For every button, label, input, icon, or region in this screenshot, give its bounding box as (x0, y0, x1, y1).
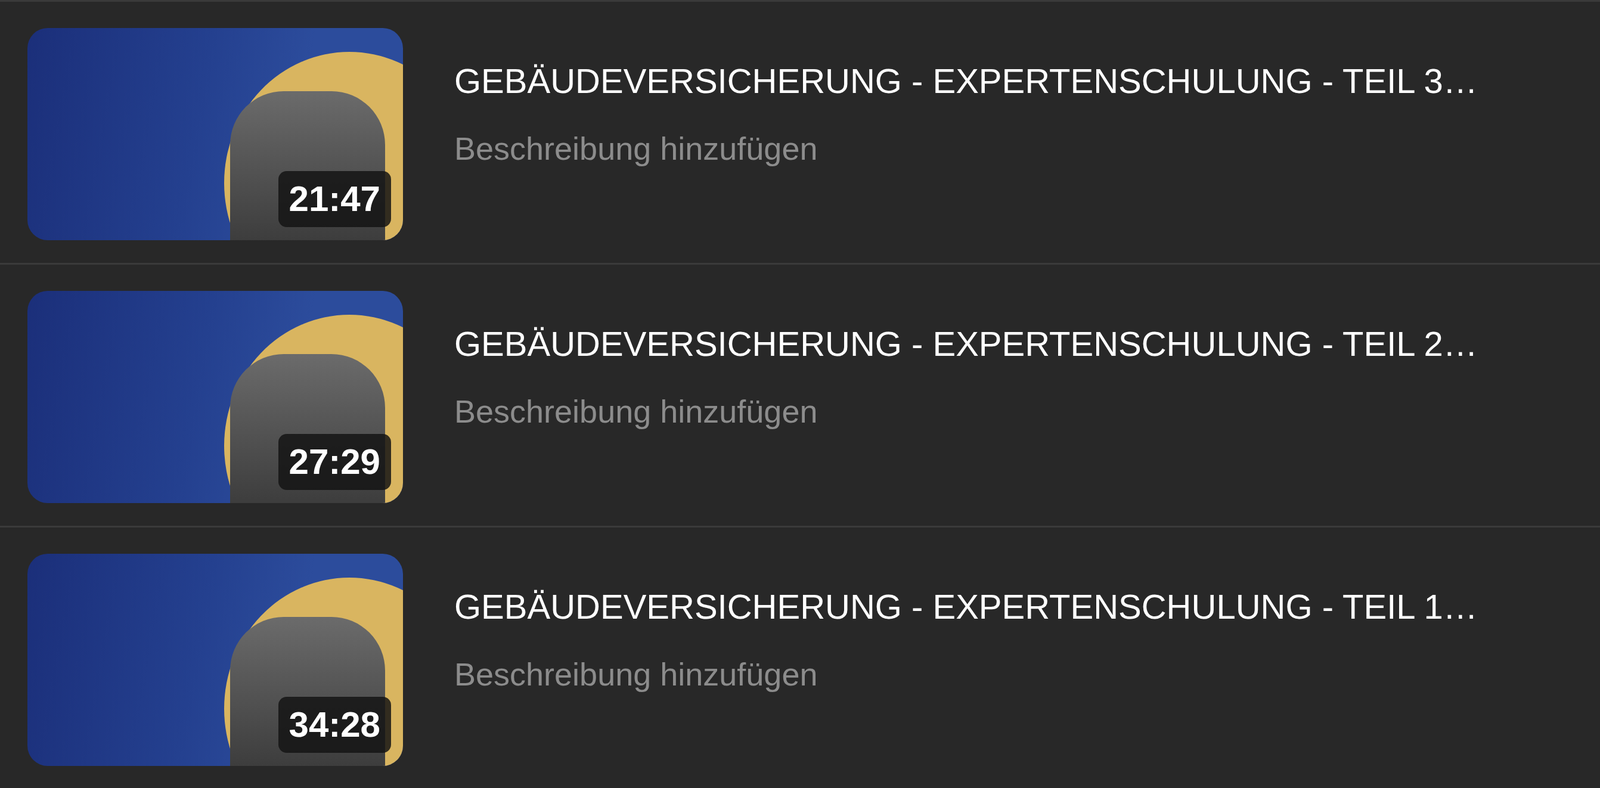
video-list: 21:47 GEBÄUDEVERSICHERUNG - EXPERTENSCHUL… (0, 0, 1600, 788)
add-description[interactable]: Beschreibung hinzufügen (454, 655, 1577, 693)
video-row[interactable]: 21:47 GEBÄUDEVERSICHERUNG - EXPERTENSCHUL… (0, 1, 1600, 265)
duration-badge: 34:28 (278, 696, 392, 753)
add-description[interactable]: Beschreibung hinzufügen (454, 392, 1577, 430)
video-title[interactable]: GEBÄUDEVERSICHERUNG - EXPERTENSCHULUNG -… (454, 61, 1577, 102)
video-title[interactable]: GEBÄUDEVERSICHERUNG - EXPERTENSCHULUNG -… (454, 324, 1577, 365)
video-thumbnail[interactable]: 21:47 (27, 28, 403, 241)
video-thumbnail[interactable]: 34:28 (27, 553, 403, 767)
video-info: GEBÄUDEVERSICHERUNG - EXPERTENSCHULUNG -… (454, 553, 1577, 693)
video-thumbnail[interactable]: 27:29 (27, 290, 403, 504)
video-info: GEBÄUDEVERSICHERUNG - EXPERTENSCHULUNG -… (454, 290, 1577, 430)
video-row[interactable]: 27:29 GEBÄUDEVERSICHERUNG - EXPERTENSCHUL… (0, 264, 1600, 528)
duration-badge: 27:29 (278, 433, 392, 491)
video-row[interactable]: 34:28 GEBÄUDEVERSICHERUNG - EXPERTENSCHUL… (0, 527, 1600, 788)
video-info: GEBÄUDEVERSICHERUNG - EXPERTENSCHULUNG -… (454, 28, 1577, 167)
add-description[interactable]: Beschreibung hinzufügen (454, 129, 1577, 167)
video-title[interactable]: GEBÄUDEVERSICHERUNG - EXPERTENSCHULUNG -… (454, 587, 1577, 628)
duration-badge: 21:47 (278, 171, 392, 228)
